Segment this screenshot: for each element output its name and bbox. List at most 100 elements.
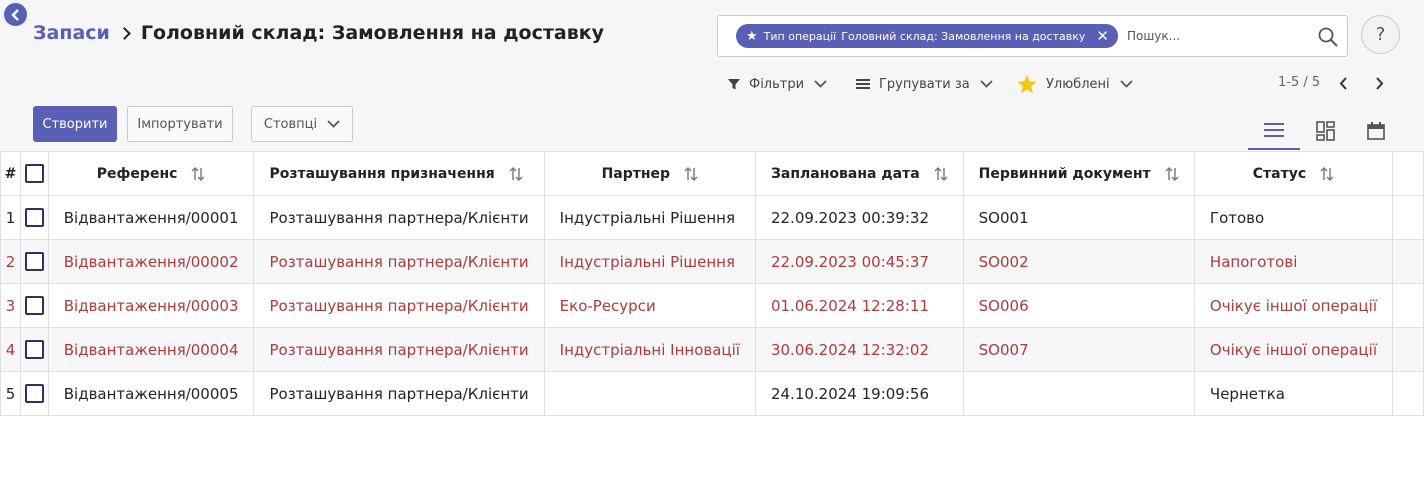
back-arrow-icon <box>10 8 19 21</box>
search-icon[interactable] <box>1317 26 1339 48</box>
column-header-label: Референс <box>96 165 178 182</box>
cell-empty <box>1391 239 1424 284</box>
cell-scheduled-date: 24.10.2024 19:09:56 <box>754 371 964 416</box>
columns-button[interactable]: Стовпці <box>251 106 353 142</box>
group-by-dropdown[interactable]: Групувати за <box>856 72 993 96</box>
row-checkbox[interactable] <box>24 208 44 227</box>
pager-previous-button[interactable] <box>1334 72 1352 94</box>
sort-icon <box>684 166 698 181</box>
sort-icon <box>191 166 205 181</box>
row-select-cell <box>20 239 49 284</box>
column-header-label: Статус <box>1252 165 1307 182</box>
filters-label: Фільтри <box>749 76 805 92</box>
row-checkbox[interactable] <box>24 340 44 359</box>
table-row[interactable]: 3 Відвантаження/00003 Розташування партн… <box>0 283 1424 328</box>
sort-icon <box>1165 166 1179 181</box>
column-header-destination[interactable]: Розташування призначення <box>253 151 545 196</box>
facet-value: Головний склад: Замовлення на доставку <box>841 29 1086 43</box>
list-view-button[interactable] <box>1248 112 1300 150</box>
cell-empty <box>1391 327 1424 372</box>
row-checkbox[interactable] <box>24 384 44 403</box>
chevron-down-icon <box>814 80 827 88</box>
filters-dropdown[interactable]: Фільтри <box>728 72 827 96</box>
pager-value[interactable]: 1-5 / 5 <box>1278 75 1320 90</box>
search-input[interactable] <box>1126 29 1277 43</box>
table-row[interactable]: 2 Відвантаження/00002 Розташування партн… <box>0 239 1424 284</box>
close-icon[interactable]: ✕ <box>1096 27 1109 45</box>
cell-destination: Розташування партнера/Клієнти <box>253 239 545 284</box>
cell-source-document: SO006 <box>962 283 1195 328</box>
cell-partner: Індустріальні Інновації <box>543 327 756 372</box>
create-button[interactable]: Створити <box>33 106 117 142</box>
star-icon: ★ <box>746 28 758 44</box>
cell-reference: Відвантаження/00002 <box>47 239 255 284</box>
cell-partner: Індустріальні Рішення <box>543 195 756 240</box>
row-number: 5 <box>0 371 22 416</box>
delivery-orders-table: # Референс Розташування призначення Парт… <box>0 151 1424 416</box>
cell-scheduled-date: 01.06.2024 12:28:11 <box>754 283 964 328</box>
columns-label: Стовпці <box>263 116 318 132</box>
chevron-down-icon <box>1119 80 1133 88</box>
cell-partner: Індустріальні Рішення <box>543 239 756 284</box>
row-number: 1 <box>0 195 22 240</box>
cell-status: Напоготові <box>1193 239 1393 284</box>
row-number: 2 <box>0 239 22 284</box>
search-box: ★ Тип операції Головний склад: Замовленн… <box>717 15 1348 57</box>
select-all-checkbox[interactable] <box>24 164 44 183</box>
row-number: 3 <box>0 283 22 328</box>
column-header-reference[interactable]: Референс <box>47 151 255 196</box>
cell-scheduled-date: 22.09.2023 00:45:37 <box>754 239 964 284</box>
cell-status: Очікує іншої операції <box>1193 283 1393 328</box>
favorites-dropdown[interactable]: Улюблені <box>1017 72 1133 96</box>
pager-next-button[interactable] <box>1370 72 1388 94</box>
kanban-view-icon <box>1316 121 1335 141</box>
cell-destination: Розташування партнера/Клієнти <box>253 371 545 416</box>
select-all-cell <box>20 151 49 196</box>
cell-scheduled-date: 30.06.2024 12:32:02 <box>754 327 964 372</box>
cell-source-document: SO007 <box>962 327 1195 372</box>
chevron-down-icon <box>980 80 993 88</box>
column-header-source-document[interactable]: Первинний документ <box>962 151 1195 196</box>
row-select-cell <box>20 327 49 372</box>
kanban-view-button[interactable] <box>1300 112 1352 150</box>
breadcrumb: Запаси Головний склад: Замовлення на дос… <box>33 20 604 46</box>
table-row[interactable]: 4 Відвантаження/00004 Розташування партн… <box>0 327 1424 372</box>
row-number: 4 <box>0 327 22 372</box>
search-facet: ★ Тип операції Головний склад: Замовленн… <box>736 24 1118 48</box>
column-header-scheduled-date[interactable]: Запланована дата <box>754 151 964 196</box>
group-by-label: Групувати за <box>879 76 970 92</box>
help-button[interactable]: ? <box>1361 15 1400 54</box>
column-header-label: Первинний документ <box>978 165 1151 182</box>
column-header-partner[interactable]: Партнер <box>543 151 756 196</box>
table-row[interactable]: 5 Відвантаження/00005 Розташування партн… <box>0 371 1424 416</box>
sort-icon <box>1320 166 1334 181</box>
cell-reference: Відвантаження/00004 <box>47 327 255 372</box>
chevron-left-icon <box>1339 76 1347 90</box>
calendar-view-button[interactable] <box>1350 112 1402 150</box>
cell-destination: Розташування партнера/Клієнти <box>253 327 545 372</box>
cell-destination: Розташування партнера/Клієнти <box>253 283 545 328</box>
column-header-number: # <box>0 151 22 196</box>
cell-reference: Відвантаження/00003 <box>47 283 255 328</box>
row-checkbox[interactable] <box>24 252 44 271</box>
favorites-label: Улюблені <box>1046 76 1110 92</box>
calendar-view-icon <box>1367 122 1385 140</box>
sort-icon <box>509 166 523 181</box>
row-select-cell <box>20 195 49 240</box>
cell-reference: Відвантаження/00001 <box>47 195 255 240</box>
row-checkbox[interactable] <box>24 296 44 315</box>
column-header-optional[interactable] <box>1391 151 1424 196</box>
list-view-icon <box>1264 123 1284 137</box>
table-row[interactable]: 1 Відвантаження/00001 Розташування партн… <box>0 195 1424 240</box>
page-title: Головний склад: Замовлення на доставку <box>140 22 604 44</box>
column-header-status[interactable]: Статус <box>1193 151 1393 196</box>
import-button[interactable]: Імпортувати <box>127 106 233 142</box>
back-button[interactable] <box>4 3 27 26</box>
favorite-star-icon <box>1017 74 1037 93</box>
control-panel: Запаси Головний склад: Замовлення на дос… <box>0 0 1424 151</box>
column-header-label: Розташування призначення <box>269 165 495 182</box>
group-by-icon <box>856 79 870 89</box>
breadcrumb-parent-link[interactable]: Запаси <box>33 22 110 44</box>
table-header-row: # Референс Розташування призначення Парт… <box>0 151 1424 196</box>
column-header-label: Партнер <box>601 165 671 182</box>
